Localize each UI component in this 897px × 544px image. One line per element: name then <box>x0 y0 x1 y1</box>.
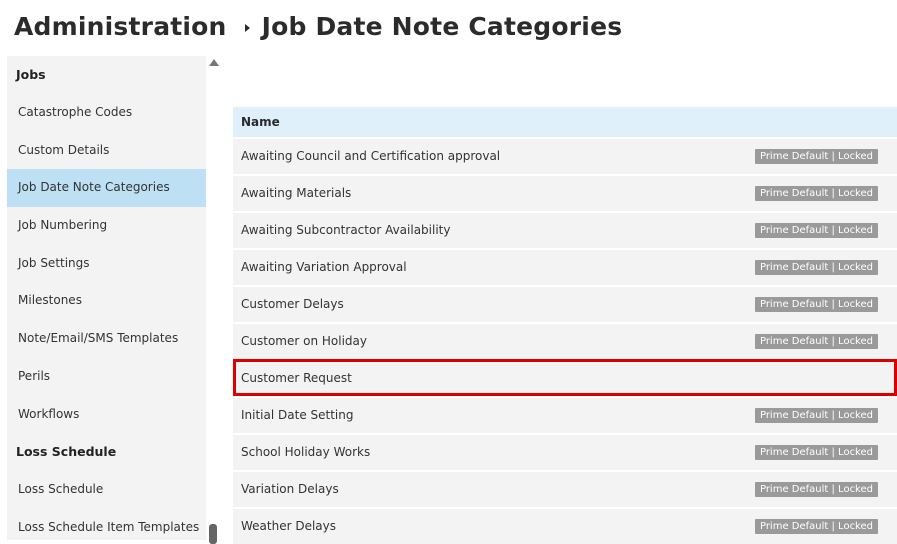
page-title: Job Date Note Categories <box>261 11 623 41</box>
table-row[interactable]: Customer Delays Prime Default | Locked <box>233 285 897 322</box>
table-row[interactable]: Variation Delays Prime Default | Locked <box>233 470 897 507</box>
table-row[interactable]: Awaiting Materials Prime Default | Locke… <box>233 174 897 211</box>
row-name: School Holiday Works <box>241 445 371 459</box>
scroll-up-arrow-icon[interactable] <box>209 59 219 66</box>
row-name: Customer Delays <box>241 297 344 311</box>
row-name: Customer on Holiday <box>241 334 367 348</box>
row-name: Weather Delays <box>241 519 337 533</box>
sidebar-section-loss-schedule: Loss Schedule <box>16 444 117 460</box>
table-row[interactable]: Weather Delays Prime Default | Locked <box>233 507 897 544</box>
sidebar-item-loss-schedule-item-templates[interactable]: Loss Schedule Item Templates <box>7 509 206 540</box>
table-row-highlighted[interactable]: Customer Request <box>233 359 897 396</box>
row-name: Initial Date Setting <box>241 408 354 422</box>
sidebar-item-job-date-note-categories[interactable]: Job Date Note Categories <box>7 169 206 208</box>
sidebar-item-job-settings[interactable]: Job Settings <box>7 245 206 283</box>
sidebar-item-milestones[interactable]: Milestones <box>7 282 206 320</box>
row-name: Awaiting Council and Certification appro… <box>241 149 501 163</box>
sidebar-item-custom-details[interactable]: Custom Details <box>7 132 206 170</box>
row-name: Customer Request <box>241 371 352 385</box>
row-name: Awaiting Materials <box>241 186 352 200</box>
status-badge: Prime Default | Locked <box>754 482 878 497</box>
table-row[interactable]: Awaiting Council and Certification appro… <box>233 137 897 174</box>
status-badge: Prime Default | Locked <box>754 223 878 238</box>
categories-table: Name Awaiting Council and Certification … <box>233 107 897 544</box>
column-header-name[interactable]: Name <box>233 107 897 137</box>
table-row[interactable]: School Holiday Works Prime Default | Loc… <box>233 433 897 470</box>
status-badge: Prime Default | Locked <box>754 445 878 460</box>
breadcrumb-root[interactable]: Administration <box>14 12 227 41</box>
table-row[interactable]: Awaiting Variation Approval Prime Defaul… <box>233 248 897 285</box>
table-row[interactable]: Awaiting Subcontractor Availability Prim… <box>233 211 897 248</box>
sidebar-item-loss-schedule[interactable]: Loss Schedule <box>7 471 206 509</box>
sidebar: Jobs Catastrophe Codes Custom Details Jo… <box>7 56 206 540</box>
status-badge: Prime Default | Locked <box>754 149 878 164</box>
status-badge: Prime Default | Locked <box>754 519 878 534</box>
status-badge: Prime Default | Locked <box>754 186 878 201</box>
table-row[interactable]: Customer on Holiday Prime Default | Lock… <box>233 322 897 359</box>
sidebar-item-perils[interactable]: Perils <box>7 358 206 396</box>
sidebar-item-job-numbering[interactable]: Job Numbering <box>7 207 206 245</box>
scrollbar-thumb[interactable] <box>209 524 217 544</box>
breadcrumb-separator-icon <box>244 24 250 32</box>
sidebar-item-workflows[interactable]: Workflows <box>7 396 206 434</box>
table-row[interactable]: Initial Date Setting Prime Default | Loc… <box>233 396 897 433</box>
status-badge: Prime Default | Locked <box>754 297 878 312</box>
sidebar-item-templates[interactable]: Note/Email/SMS Templates <box>7 320 206 358</box>
sidebar-section-jobs: Jobs <box>16 67 46 82</box>
row-name: Variation Delays <box>241 482 339 496</box>
status-badge: Prime Default | Locked <box>754 260 878 275</box>
row-name: Awaiting Variation Approval <box>241 260 407 274</box>
row-name: Awaiting Subcontractor Availability <box>241 223 451 237</box>
sidebar-item-catastrophe-codes[interactable]: Catastrophe Codes <box>7 94 206 132</box>
breadcrumb: Administration Job Date Note Categories <box>14 6 622 46</box>
sidebar-scrollbar[interactable] <box>207 56 220 544</box>
status-badge: Prime Default | Locked <box>754 334 878 349</box>
status-badge: Prime Default | Locked <box>754 408 878 423</box>
